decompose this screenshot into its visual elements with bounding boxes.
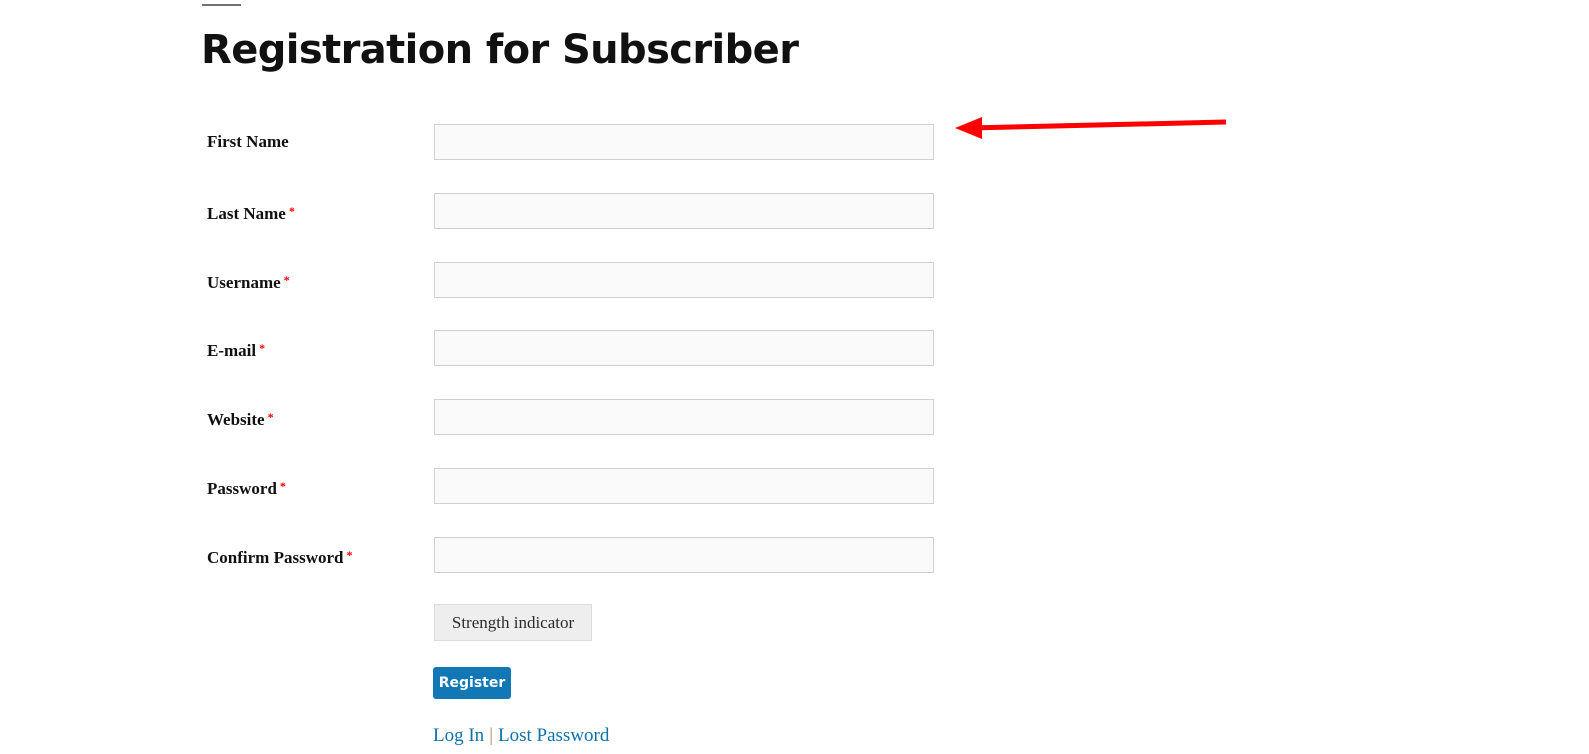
label-text: E-mail [207,341,257,360]
required-asterisk: * [267,410,274,424]
form-row-password: Password * [0,468,1000,504]
label-confirm-password: Confirm Password * [207,537,352,573]
registration-form: First Name Last Name * Username * E-mail * Webs… [0,0,1589,754]
first-name-input[interactable] [434,124,934,160]
label-username: Username * [207,262,290,298]
register-button[interactable]: Register [433,667,511,699]
form-row-username: Username * [0,262,1000,298]
log-in-link[interactable]: Log In [433,725,484,746]
page-canvas: Registration for Subscriber First Name La… [0,0,1589,754]
label-password: Password * [207,468,286,504]
password-input[interactable] [434,468,934,504]
link-separator: | [489,725,493,746]
lost-password-link[interactable]: Lost Password [498,725,609,746]
form-row-first-name: First Name [0,124,1000,160]
form-row-last-name: Last Name * [0,193,1000,229]
website-input[interactable] [434,399,934,435]
label-text: Last Name [207,204,286,223]
form-row-email: E-mail * [0,330,1000,366]
required-asterisk: * [288,204,295,218]
required-asterisk: * [283,273,290,287]
last-name-input[interactable] [434,193,934,229]
label-website: Website * [207,399,274,435]
username-input[interactable] [434,262,934,298]
confirm-password-input[interactable] [434,537,934,573]
label-first-name: First Name [207,124,289,160]
form-row-confirm-password: Confirm Password * [0,537,1000,573]
label-text: First Name [207,132,289,151]
label-text: Password [207,479,277,498]
label-text: Confirm Password [207,548,344,567]
label-last-name: Last Name * [207,193,295,229]
label-text: Website [207,410,265,429]
password-strength-indicator: Strength indicator [434,604,592,641]
label-text: Username [207,273,281,292]
email-input[interactable] [434,330,934,366]
label-email: E-mail * [207,330,265,366]
form-row-website: Website * [0,399,1000,435]
required-asterisk: * [346,548,353,562]
required-asterisk: * [259,341,266,355]
required-asterisk: * [279,479,286,493]
footer-links: Log In | Lost Password [433,722,609,750]
